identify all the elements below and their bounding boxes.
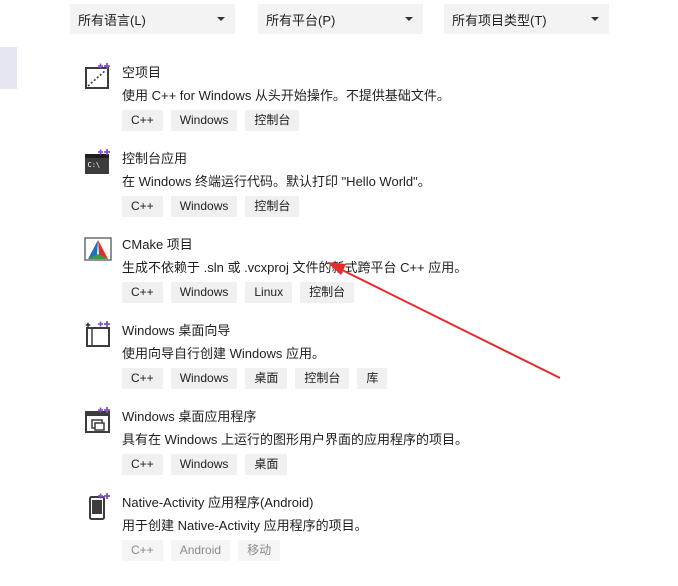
template-title: 空项目 — [122, 65, 162, 80]
template-title: CMake 项目 — [122, 237, 193, 252]
template-description: 具有在 Windows 上运行的图形用户界面的应用程序的项目。 — [122, 432, 468, 447]
template-desktop-wizard[interactable]: Windows 桌面向导 使用向导自行创建 Windows 应用。 C++ Wi… — [80, 318, 640, 404]
template-title: Windows 桌面应用程序 — [122, 409, 257, 424]
tag-cpp: C++ — [122, 368, 163, 389]
template-desktop-app[interactable]: Windows 桌面应用程序 具有在 Windows 上运行的图形用户界面的应用… — [80, 404, 640, 490]
tag-console: 控制台 — [245, 196, 300, 217]
platform-filter-dropdown[interactable]: 所有平台(P) — [258, 4, 423, 34]
left-panel-edge — [0, 47, 17, 89]
template-tags: C++ Windows 桌面 — [122, 454, 288, 475]
template-tags: C++ Windows 桌面 控制台 库 — [122, 368, 388, 389]
template-tags: C++ Android 移动 — [122, 540, 281, 561]
tag-windows: Windows — [170, 110, 238, 131]
project-type-filter-dropdown[interactable]: 所有项目类型(T) — [444, 4, 609, 34]
chevron-down-icon — [591, 17, 599, 21]
template-native-activity-android[interactable]: Native-Activity 应用程序(Android) 用于创建 Nativ… — [80, 490, 640, 576]
tag-cpp: C++ — [122, 454, 163, 475]
template-description: 用于创建 Native-Activity 应用程序的项目。 — [122, 518, 368, 533]
chevron-down-icon — [217, 17, 225, 21]
tag-android: Android — [170, 540, 231, 561]
tag-windows: Windows — [170, 282, 238, 303]
tag-cpp: C++ — [122, 110, 163, 131]
tag-windows: Windows — [170, 196, 238, 217]
template-description: 生成不依赖于 .sln 或 .vcxproj 文件的新式跨平台 C++ 应用。 — [122, 260, 468, 275]
tag-linux: Linux — [245, 282, 293, 303]
template-title: Native-Activity 应用程序(Android) — [122, 495, 314, 510]
tag-console: 控制台 — [300, 282, 355, 303]
tag-console: 控制台 — [245, 110, 300, 131]
template-console-app[interactable]: C:\ 控制台应用 在 Windows 终端运行代码。默认打印 "Hello W… — [80, 146, 640, 232]
template-tags: C++ Windows 控制台 — [122, 110, 300, 131]
cmake-icon — [84, 237, 112, 261]
tag-console: 控制台 — [295, 368, 350, 389]
chevron-down-icon — [405, 17, 413, 21]
android-phone-icon — [89, 493, 110, 520]
platform-filter-value: 所有平台(P) — [266, 12, 336, 28]
tag-cpp: C++ — [122, 196, 163, 217]
desktop-wizard-icon — [85, 321, 110, 347]
desktop-app-icon — [85, 407, 110, 433]
language-filter-value: 所有语言(L) — [78, 12, 146, 28]
svg-text:C:\: C:\ — [88, 161, 101, 169]
project-type-filter-value: 所有项目类型(T) — [452, 12, 547, 28]
template-title: 控制台应用 — [122, 151, 188, 166]
template-description: 使用 C++ for Windows 从头开始操作。不提供基础文件。 — [122, 88, 450, 103]
template-title: Windows 桌面向导 — [122, 323, 231, 338]
template-cmake-project[interactable]: CMake 项目 生成不依赖于 .sln 或 .vcxproj 文件的新式跨平台… — [80, 232, 640, 318]
tag-mobile: 移动 — [238, 540, 281, 561]
empty-project-icon — [85, 63, 110, 89]
tag-cpp: C++ — [122, 540, 163, 561]
language-filter-dropdown[interactable]: 所有语言(L) — [70, 4, 235, 34]
template-description: 在 Windows 终端运行代码。默认打印 "Hello World"。 — [122, 174, 431, 189]
tag-desktop: 桌面 — [245, 368, 288, 389]
tag-cpp: C++ — [122, 282, 163, 303]
template-tags: C++ Windows Linux 控制台 — [122, 282, 355, 303]
tag-windows: Windows — [170, 454, 238, 475]
tag-library: 库 — [357, 368, 388, 389]
template-tags: C++ Windows 控制台 — [122, 196, 300, 217]
tag-desktop: 桌面 — [245, 454, 288, 475]
tag-windows: Windows — [170, 368, 238, 389]
template-description: 使用向导自行创建 Windows 应用。 — [122, 346, 325, 361]
template-empty-project[interactable]: 空项目 使用 C++ for Windows 从头开始操作。不提供基础文件。 C… — [80, 60, 640, 146]
console-app-icon: C:\ — [85, 149, 110, 174]
